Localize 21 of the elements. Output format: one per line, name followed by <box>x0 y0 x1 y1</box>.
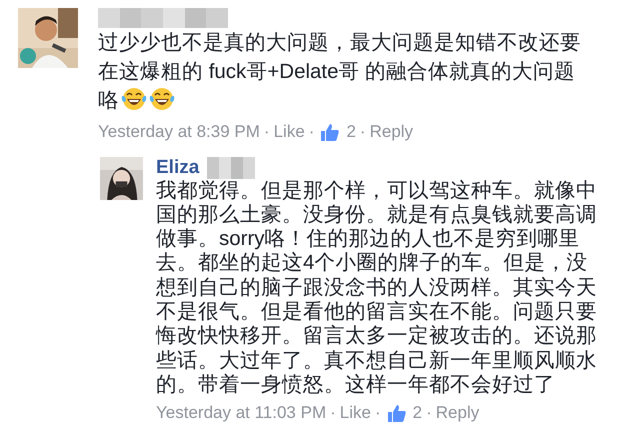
like-link[interactable]: Like <box>274 119 305 144</box>
separator-dot: · <box>374 402 381 424</box>
thumbs-up-icon <box>388 404 406 422</box>
reply-link[interactable]: Reply <box>436 400 480 426</box>
reply-link[interactable]: Reply <box>370 119 414 144</box>
like-count: 2 <box>346 121 356 143</box>
timestamp: Yesterday at 11:03 PM <box>156 402 326 424</box>
timestamp: Yesterday at 8:39 PM <box>98 121 260 143</box>
like-count: 2 <box>412 402 422 424</box>
separator-dot: · <box>426 402 432 424</box>
separator-dot: · <box>308 121 314 143</box>
laughing-emoji-icon <box>149 86 175 112</box>
separator-dot: · <box>330 402 336 424</box>
thumbs-up-icon <box>321 122 340 141</box>
comment-text: 过少少也不是真的大问题，最大问题是知错不改还要 在这爆粗的 fuck哥+Delate哥 的融合体就真的大问题 咯 <box>98 30 581 114</box>
author-name[interactable]: Eliza <box>156 156 200 178</box>
like-link[interactable]: Like <box>340 400 371 426</box>
laughing-emoji-icon <box>121 86 147 112</box>
separator-dot: · <box>360 121 366 143</box>
separator-dot: · <box>264 121 270 143</box>
comment-text: 我都觉得。但是那个样，可以驾这种车。就像中 国的那么土豪。没身份。就是有点臭钱就要高调 做事。sorry咯！住的那边的人也不是穷到哪里 去。都坐的起这4个小圈的牌子的车。但是，没 想到自己的脑子跟没念书的人没两样。其实今天 不是很气。但是看他的留言实在不能。问题只要 悔改快快移开。留言太多一定被攻击的。还说那 些话。大过年了。真不想自己新一年里顺风顺水 的。带着一身愤怒。这样一年都不会好过了 <box>156 178 597 398</box>
